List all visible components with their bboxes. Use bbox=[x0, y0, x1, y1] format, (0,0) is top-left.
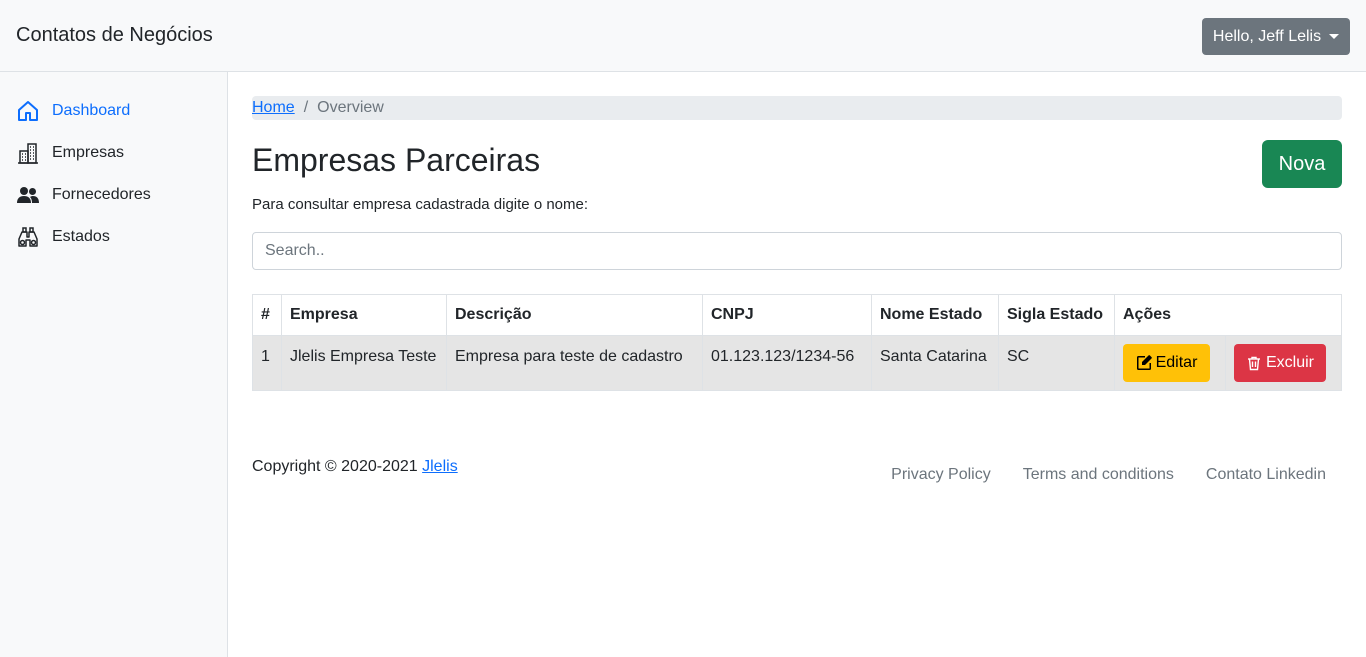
cell-sigla: SC bbox=[998, 335, 1115, 391]
footer-links: Privacy Policy Terms and conditions Cont… bbox=[891, 466, 1326, 484]
column-header-empresa: Empresa bbox=[281, 294, 447, 336]
author-link[interactable]: Jlelis bbox=[422, 458, 458, 475]
sidebar-item-label: Fornecedores bbox=[52, 186, 151, 203]
breadcrumb-separator: / bbox=[303, 99, 309, 116]
sidebar: Dashboard Empresas Fornecedores Estados bbox=[0, 72, 228, 657]
buildings-icon bbox=[18, 143, 38, 164]
people-icon bbox=[17, 187, 39, 203]
page-title: Empresas Parceiras bbox=[252, 142, 541, 178]
sidebar-item-label: Empresas bbox=[52, 144, 125, 161]
companies-table: # Empresa Descrição CNPJ Nome Estado Sig… bbox=[252, 294, 1342, 391]
cell-id: 1 bbox=[252, 335, 282, 391]
breadcrumb: Home / Overview bbox=[252, 96, 1342, 120]
search-instructions: Para consultar empresa cadastrada digite… bbox=[252, 196, 589, 213]
sidebar-item-dashboard[interactable]: Dashboard bbox=[16, 98, 130, 124]
sidebar-item-label: Dashboard bbox=[52, 102, 131, 119]
pencil-square-icon bbox=[1136, 355, 1152, 370]
user-menu-button[interactable]: Hello, Jeff Lelis bbox=[1202, 18, 1350, 55]
chevron-down-icon bbox=[1329, 34, 1340, 39]
footer-copyright: Copyright © 2020-2021 Jlelis bbox=[252, 458, 458, 476]
sidebar-item-empresas[interactable]: Empresas bbox=[16, 140, 124, 166]
column-header-cnpj: CNPJ bbox=[702, 294, 872, 336]
delete-button[interactable]: Excluir bbox=[1234, 344, 1326, 382]
cell-cnpj: 01.123.123/1234-56 bbox=[702, 335, 872, 391]
column-header-descricao: Descrição bbox=[446, 294, 703, 336]
house-icon bbox=[18, 101, 38, 121]
column-header-acoes: Ações bbox=[1114, 294, 1342, 336]
search-input[interactable] bbox=[252, 232, 1342, 270]
column-header-nome-estado: Nome Estado bbox=[871, 294, 999, 336]
table-row: 1 Jlelis Empresa Teste Empresa para test… bbox=[252, 335, 1342, 391]
trash-icon bbox=[1247, 356, 1260, 371]
breadcrumb-home-link[interactable]: Home bbox=[252, 99, 295, 117]
sidebar-item-estados[interactable]: Estados bbox=[16, 224, 110, 250]
brand-title[interactable]: Contatos de Negócios bbox=[16, 24, 213, 47]
cell-edit-action: Editar bbox=[1114, 335, 1226, 391]
terms-link[interactable]: Terms and conditions bbox=[1023, 466, 1174, 484]
linkedin-contact-link[interactable]: Contato Linkedin bbox=[1206, 466, 1326, 484]
cell-descricao: Empresa para teste de cadastro bbox=[446, 335, 703, 391]
edit-button-label: Editar bbox=[1155, 354, 1198, 371]
edit-button[interactable]: Editar bbox=[1123, 344, 1210, 382]
delete-button-label: Excluir bbox=[1265, 354, 1314, 371]
cell-nome-estado: Santa Catarina bbox=[871, 335, 999, 391]
cell-empresa: Jlelis Empresa Teste bbox=[281, 335, 447, 391]
table-header-row: # Empresa Descrição CNPJ Nome Estado Sig… bbox=[252, 294, 1342, 336]
copyright-text: Copyright © 2020-2021 bbox=[252, 458, 418, 475]
binoculars-icon bbox=[18, 227, 38, 247]
sidebar-item-label: Estados bbox=[52, 228, 110, 245]
user-menu-label: Hello, Jeff Lelis bbox=[1212, 27, 1322, 45]
breadcrumb-current: Overview bbox=[317, 99, 384, 116]
privacy-policy-link[interactable]: Privacy Policy bbox=[891, 466, 991, 484]
cell-delete-action: Excluir bbox=[1225, 335, 1342, 391]
top-navbar: Contatos de Negócios Hello, Jeff Lelis bbox=[0, 0, 1366, 72]
new-company-button[interactable]: Nova bbox=[1262, 140, 1342, 188]
column-header-number: # bbox=[252, 294, 282, 336]
sidebar-item-fornecedores[interactable]: Fornecedores bbox=[16, 182, 151, 208]
column-header-sigla-estado: Sigla Estado bbox=[998, 294, 1115, 336]
